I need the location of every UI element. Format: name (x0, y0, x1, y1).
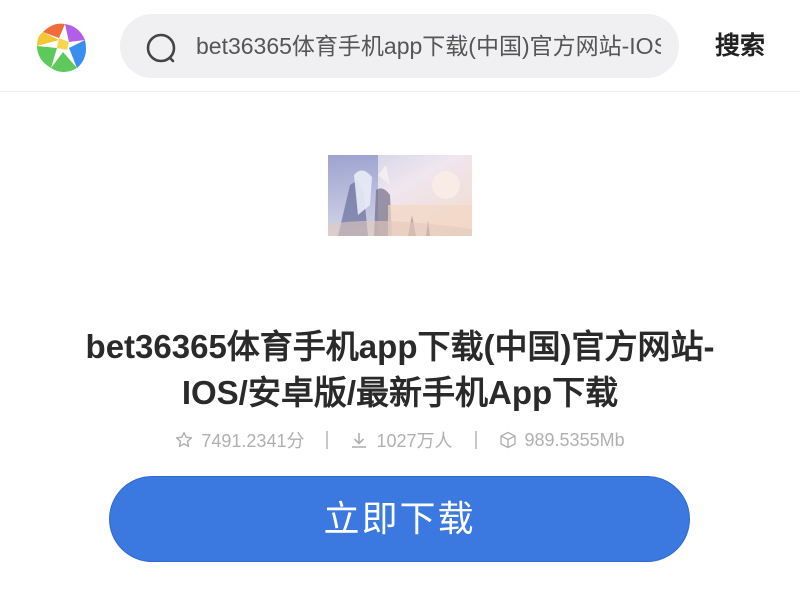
downloads-value: 1027万人 (376, 431, 453, 451)
package-icon (499, 431, 516, 449)
app-title-line-1: bet36365体育手机app下载(中国)官方网站- (85, 328, 715, 365)
search-button[interactable]: 搜索 (706, 26, 774, 66)
meta-divider (326, 431, 329, 449)
app-meta: 7491.2341分 1027万人 989.5355Mb (0, 426, 800, 454)
rating-info: 7491.2341分 (175, 427, 304, 453)
star-icon (176, 431, 193, 448)
app-title-line-2: IOS/安卓版/最新手机App下载 (181, 374, 619, 411)
rating-value: 7491.2341分 (201, 431, 305, 451)
size-info: 989.5355Mb (499, 430, 625, 451)
app-title: bet36365体育手机app下载(中国)官方网站- IOS/安卓版/最新手机A… (40, 324, 760, 416)
download-icon (352, 433, 367, 448)
search-input[interactable]: bet36365体育手机app下载(中国)官方网站-IOS/安卓版/最新手机Ap… (196, 14, 661, 78)
app-logo-icon[interactable] (33, 18, 89, 74)
search-bar[interactable]: bet36365体育手机app下载(中国)官方网站-IOS/安卓版/最新手机Ap… (120, 14, 679, 78)
search-icon (146, 33, 176, 63)
top-bar: bet36365体育手机app下载(中国)官方网站-IOS/安卓版/最新手机Ap… (0, 0, 800, 92)
download-button[interactable]: 立即下载 (109, 476, 690, 562)
downloads-info: 1027万人 (350, 427, 453, 453)
size-value: 989.5355Mb (524, 429, 625, 450)
meta-divider (474, 431, 477, 449)
app-banner-image (328, 155, 472, 236)
